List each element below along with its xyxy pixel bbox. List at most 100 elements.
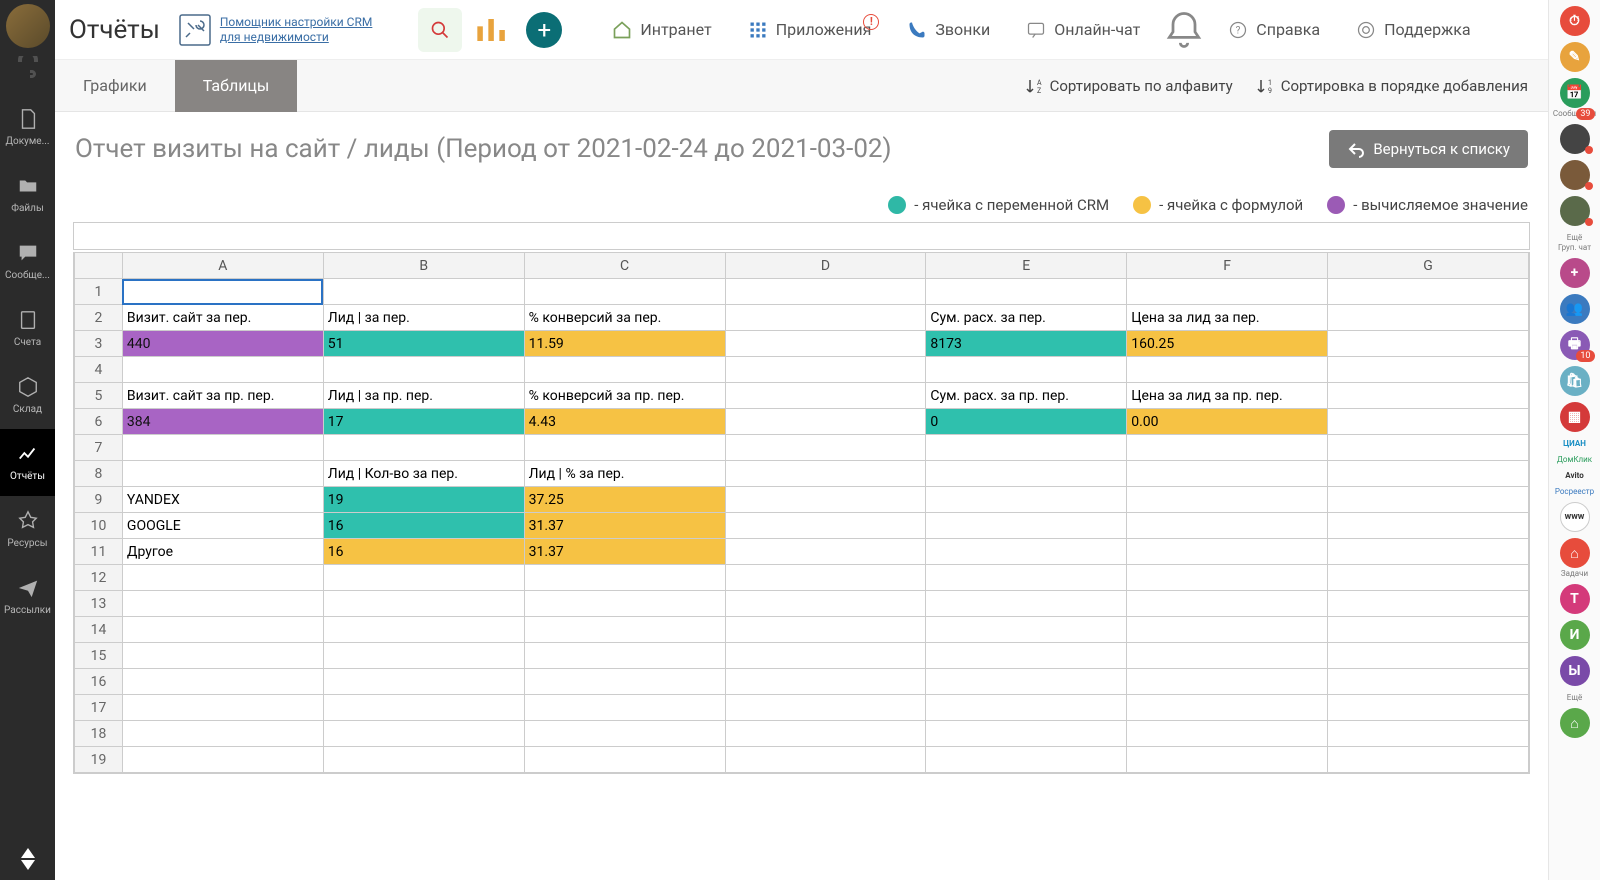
right-letter-t[interactable]: Т xyxy=(1557,584,1593,614)
row-header[interactable]: 9 xyxy=(75,487,123,513)
cell[interactable] xyxy=(1328,669,1529,695)
cell[interactable] xyxy=(1127,565,1328,591)
cell[interactable]: 11.59 xyxy=(524,331,725,357)
spreadsheet[interactable]: ABCDEFG12Визит. сайт за пер.Лид | за пер… xyxy=(73,252,1530,774)
cell[interactable] xyxy=(926,565,1127,591)
cell[interactable] xyxy=(1127,513,1328,539)
cell[interactable] xyxy=(524,747,725,773)
row-header[interactable]: 4 xyxy=(75,357,123,383)
cell[interactable] xyxy=(323,695,524,721)
headset-phone-icon[interactable] xyxy=(12,56,44,82)
col-header-B[interactable]: B xyxy=(323,253,524,279)
right-add-chat[interactable]: + xyxy=(1557,258,1593,288)
cell[interactable] xyxy=(1127,643,1328,669)
row-header[interactable]: 12 xyxy=(75,565,123,591)
cell[interactable]: 17 xyxy=(323,409,524,435)
cell[interactable]: 51 xyxy=(323,331,524,357)
cell[interactable] xyxy=(524,669,725,695)
sort-alphabetically[interactable]: AZ Сортировать по алфавиту xyxy=(1026,77,1233,95)
cell[interactable] xyxy=(1127,747,1328,773)
cell[interactable] xyxy=(122,461,323,487)
right-calendar[interactable]: 📅39Сообщения xyxy=(1557,78,1593,118)
cell[interactable]: 37.25 xyxy=(524,487,725,513)
cell[interactable] xyxy=(1127,669,1328,695)
right-bottom-home[interactable]: ⌂ xyxy=(1557,708,1593,738)
row-header[interactable]: 3 xyxy=(75,331,123,357)
right-avatar-2[interactable] xyxy=(1557,160,1593,190)
tab-tables[interactable]: Таблицы xyxy=(175,60,298,112)
cell[interactable] xyxy=(725,513,926,539)
right-more[interactable]: ЕщёГруп. чат xyxy=(1557,232,1593,252)
cell[interactable] xyxy=(1328,591,1529,617)
cell[interactable]: Визит. сайт за пр. пер. xyxy=(122,383,323,409)
cell[interactable] xyxy=(725,435,926,461)
cell[interactable] xyxy=(725,487,926,513)
cell[interactable] xyxy=(524,565,725,591)
cell[interactable]: Лид | Кол-во за пер. xyxy=(323,461,524,487)
cell[interactable] xyxy=(122,669,323,695)
right-group[interactable]: 👥 xyxy=(1557,294,1593,324)
cell[interactable] xyxy=(524,279,725,305)
cell[interactable] xyxy=(1127,357,1328,383)
cell[interactable]: Сум. расх. за пер. xyxy=(926,305,1127,331)
col-header-F[interactable]: F xyxy=(1127,253,1328,279)
cell[interactable]: 31.37 xyxy=(524,513,725,539)
row-header[interactable]: 14 xyxy=(75,617,123,643)
cell[interactable] xyxy=(323,591,524,617)
cell[interactable] xyxy=(122,435,323,461)
row-header[interactable]: 19 xyxy=(75,747,123,773)
team-icon-button[interactable] xyxy=(470,8,514,52)
right-timer[interactable]: ⏱ xyxy=(1557,6,1593,36)
cell[interactable] xyxy=(725,357,926,383)
cell[interactable] xyxy=(1127,591,1328,617)
cell[interactable]: 0.00 xyxy=(1127,409,1328,435)
cell[interactable] xyxy=(122,357,323,383)
cell[interactable] xyxy=(926,461,1127,487)
cell[interactable] xyxy=(323,721,524,747)
cell[interactable] xyxy=(1127,279,1328,305)
cell[interactable]: Другое xyxy=(122,539,323,565)
search-button[interactable] xyxy=(418,8,462,52)
sidebar-item-mailings[interactable]: Рассылки xyxy=(0,563,55,630)
cell[interactable] xyxy=(524,721,725,747)
cell[interactable] xyxy=(926,357,1127,383)
sidebar-item-messages[interactable]: Сообще... xyxy=(0,228,55,295)
cell[interactable] xyxy=(926,643,1127,669)
row-header[interactable]: 17 xyxy=(75,695,123,721)
cell[interactable] xyxy=(323,617,524,643)
cell[interactable]: 16 xyxy=(323,513,524,539)
cell[interactable] xyxy=(323,643,524,669)
cell[interactable] xyxy=(1328,383,1529,409)
right-sign[interactable]: ✎ xyxy=(1557,42,1593,72)
col-header-C[interactable]: C xyxy=(524,253,725,279)
cell[interactable] xyxy=(725,669,926,695)
cell[interactable]: YANDEX xyxy=(122,487,323,513)
cell[interactable] xyxy=(122,279,323,305)
cell[interactable] xyxy=(1328,357,1529,383)
cell[interactable] xyxy=(725,721,926,747)
cell[interactable] xyxy=(122,747,323,773)
crm-helper-link[interactable]: Помощник настройки CRMдля недвижимости xyxy=(178,13,372,47)
col-header-G[interactable]: G xyxy=(1328,253,1529,279)
cell[interactable] xyxy=(1328,695,1529,721)
cell[interactable] xyxy=(524,617,725,643)
cell[interactable] xyxy=(323,357,524,383)
cell[interactable] xyxy=(1328,435,1529,461)
cell[interactable] xyxy=(524,643,725,669)
row-header[interactable]: 7 xyxy=(75,435,123,461)
row-header[interactable]: 8 xyxy=(75,461,123,487)
cell[interactable] xyxy=(926,721,1127,747)
cell[interactable] xyxy=(1328,487,1529,513)
cell[interactable] xyxy=(524,357,725,383)
sort-by-add-order[interactable]: 19 Сортировка в порядке добавления xyxy=(1257,77,1528,95)
cell[interactable] xyxy=(725,461,926,487)
tab-graphs[interactable]: Графики xyxy=(55,60,175,112)
cell[interactable]: Лид | за пр. пер. xyxy=(323,383,524,409)
cell[interactable] xyxy=(725,279,926,305)
cell[interactable]: 0 xyxy=(926,409,1127,435)
cell[interactable] xyxy=(323,565,524,591)
cell[interactable] xyxy=(725,695,926,721)
nav-apps[interactable]: Приложения ! xyxy=(734,20,886,40)
notifications-button[interactable] xyxy=(1162,8,1206,52)
right-calc[interactable]: ▦ xyxy=(1557,402,1593,432)
